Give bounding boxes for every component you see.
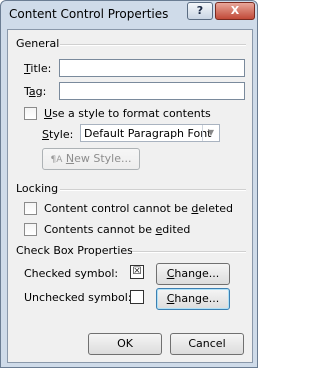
cannot-delete-label: Content control cannot be deleted [44, 202, 234, 215]
new-style-button[interactable]: ¶A New Style... [42, 148, 140, 170]
change-unchecked-symbol-button[interactable]: Change... [156, 288, 230, 310]
style-combo[interactable]: Default Paragraph Font ▼ [80, 124, 220, 142]
locking-separator [60, 189, 246, 191]
style-label: Style: [42, 128, 74, 141]
title-input[interactable] [59, 59, 245, 77]
title-label: Title: [24, 62, 52, 75]
dialog-window: Content Control Properties ? X General T… [0, 0, 258, 368]
checkbox-properties-separator [132, 251, 246, 253]
chevron-down-icon[interactable]: ▼ [202, 125, 219, 141]
new-style-icon: ¶A [50, 155, 63, 165]
cannot-edit-checkbox[interactable] [24, 223, 37, 236]
dialog-title: Content Control Properties [9, 7, 169, 21]
tag-input[interactable] [59, 82, 245, 100]
use-style-label: Use a style to format contents [44, 107, 211, 120]
change-checked-symbol-button[interactable]: Change... [156, 263, 230, 285]
unchecked-symbol-preview [130, 290, 144, 304]
help-button[interactable]: ? [187, 2, 213, 20]
dialog-body: General Title: Tag: Use a style to forma… [7, 29, 253, 363]
cannot-edit-label: Contents cannot be edited [44, 223, 191, 236]
checked-symbol-preview: ☒ [130, 265, 144, 279]
checkbox-properties-heading: Check Box Properties [16, 244, 133, 257]
cancel-button[interactable]: Cancel [170, 333, 244, 355]
style-combo-value: Default Paragraph Font [84, 127, 212, 140]
general-separator [60, 44, 246, 46]
cannot-delete-checkbox[interactable] [24, 202, 37, 215]
general-heading: General [16, 37, 60, 50]
use-style-checkbox[interactable] [24, 107, 37, 120]
checked-symbol-label: Checked symbol: [24, 267, 119, 280]
tag-label: Tag: [24, 85, 47, 98]
locking-heading: Locking [16, 182, 59, 195]
close-button[interactable]: X [215, 2, 255, 20]
title-bar[interactable]: Content Control Properties ? X [1, 1, 257, 29]
unchecked-symbol-label: Unchecked symbol: [24, 291, 132, 304]
ok-button[interactable]: OK [88, 333, 162, 355]
